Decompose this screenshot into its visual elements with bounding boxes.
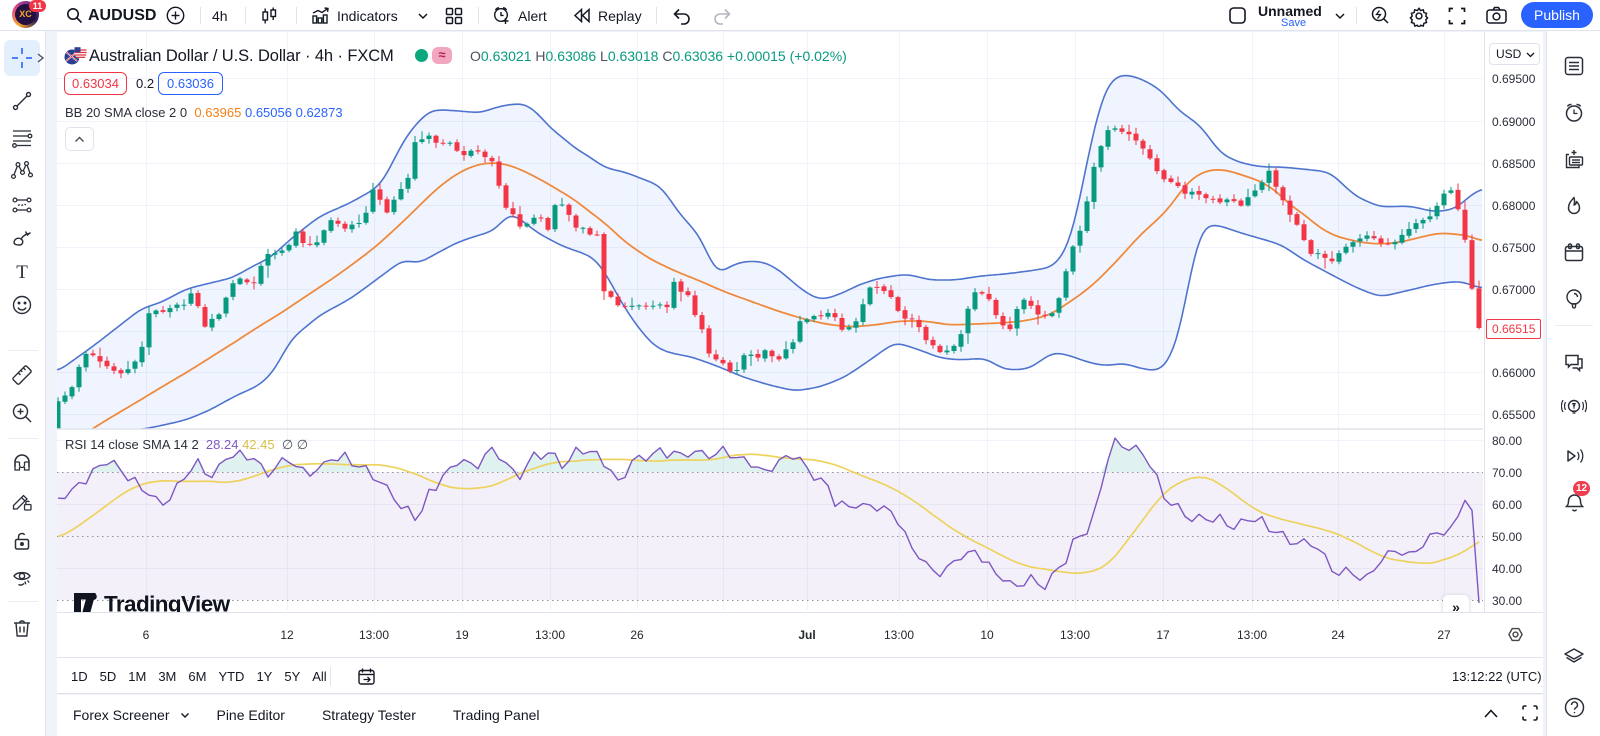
svg-text:T: T (16, 262, 28, 283)
